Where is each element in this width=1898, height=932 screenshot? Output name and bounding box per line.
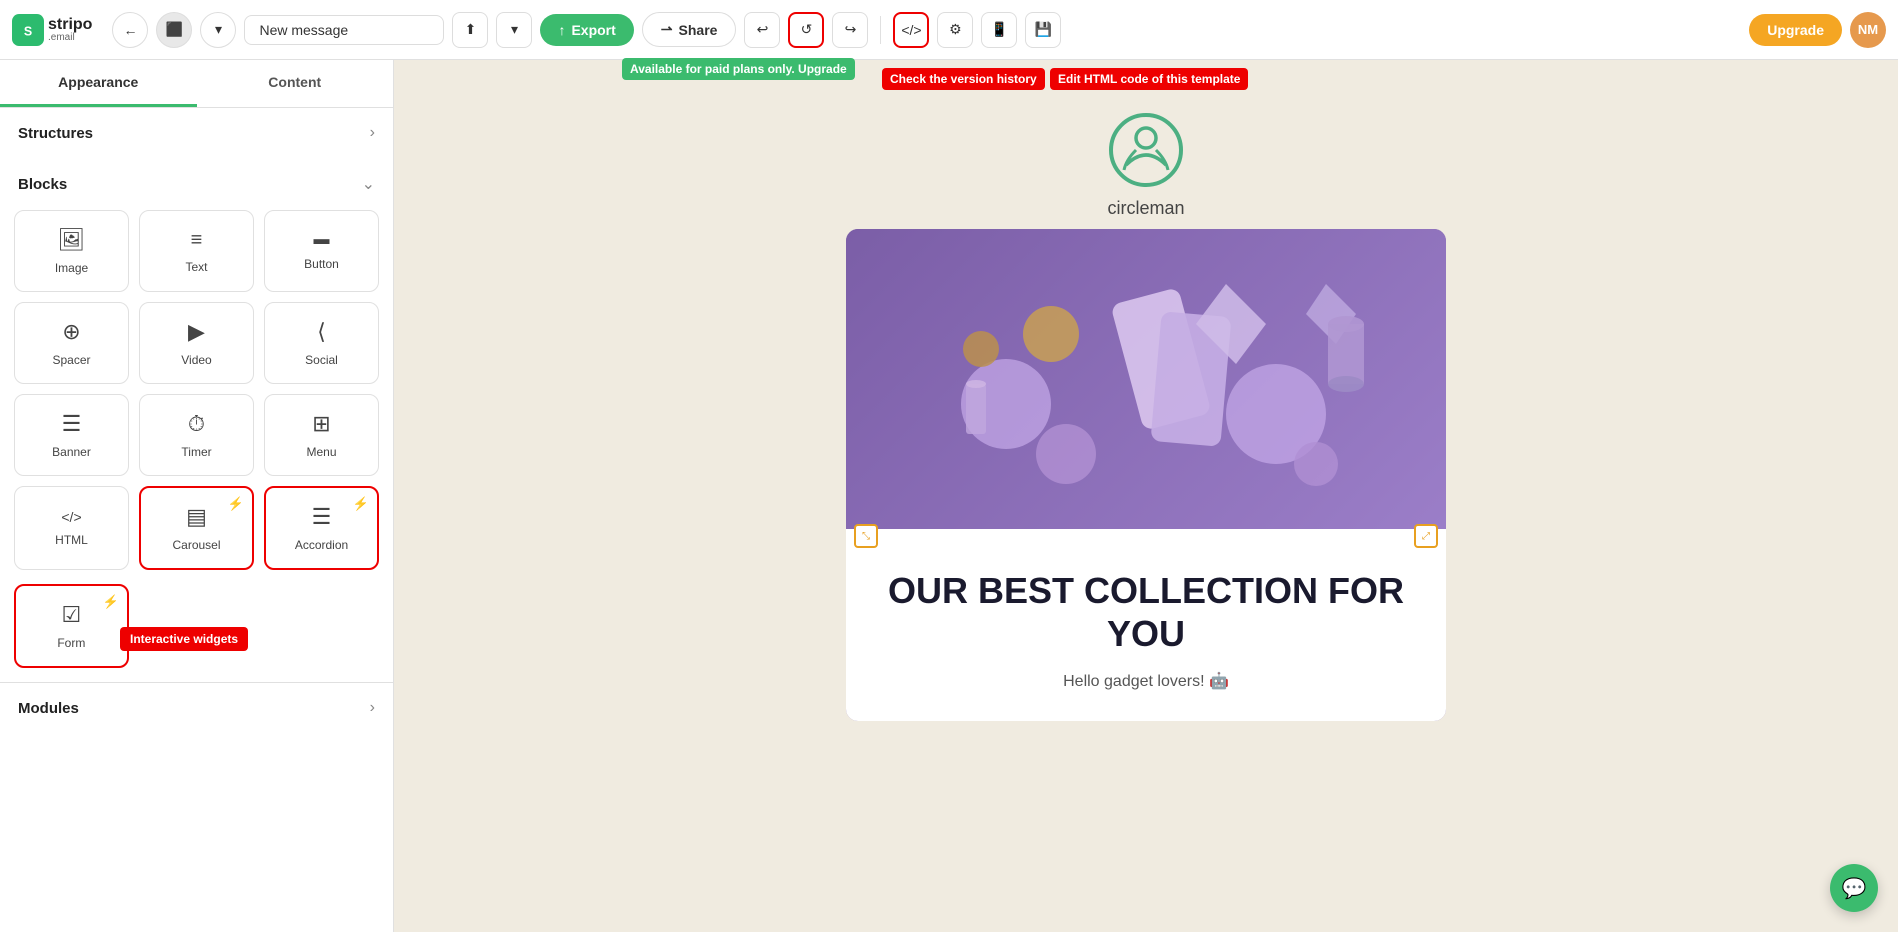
button-label: Button bbox=[304, 257, 339, 271]
share-button[interactable]: ⇀ Share bbox=[642, 12, 737, 47]
brand-name: circleman bbox=[1107, 198, 1184, 219]
accordion-icon: ☰ bbox=[312, 504, 332, 530]
block-item-social[interactable]: ⟨ Social bbox=[264, 302, 379, 384]
logo-domain: .email bbox=[48, 33, 92, 43]
block-item-button[interactable]: ▬ Button bbox=[264, 210, 379, 292]
structures-title: Structures bbox=[18, 125, 93, 142]
panel-tabs: Appearance Content bbox=[0, 60, 393, 108]
upload-button[interactable]: ⬆ bbox=[452, 12, 488, 48]
menu-label: Menu bbox=[306, 445, 336, 459]
block-item-video[interactable]: ▶ Video bbox=[139, 302, 254, 384]
block-item-image[interactable]: 🖼 Image bbox=[14, 210, 129, 292]
banner-top bbox=[846, 229, 1446, 529]
form-lightning-icon: ⚡ bbox=[102, 594, 118, 610]
text-icon: ≡ bbox=[191, 229, 203, 252]
spacer-label: Spacer bbox=[52, 353, 90, 367]
modules-section[interactable]: Modules › bbox=[0, 682, 393, 733]
redo-button[interactable]: ↪ bbox=[832, 12, 868, 48]
carousel-lightning-icon: ⚡ bbox=[228, 496, 244, 512]
avatar: NM bbox=[1850, 12, 1886, 48]
blocks-section[interactable]: Blocks ⌄ bbox=[0, 158, 393, 210]
template-name: New message bbox=[244, 15, 444, 45]
selection-handle-bottom-left[interactable]: ⤡ bbox=[854, 524, 878, 548]
banner-title: OUR BEST COLLECTION FOR YOU bbox=[876, 569, 1416, 655]
interactive-widgets-label: Interactive widgets bbox=[120, 627, 248, 651]
social-label: Social bbox=[305, 353, 338, 367]
blocks-title: Blocks bbox=[18, 176, 67, 193]
export-button[interactable]: ↑ Export bbox=[540, 14, 633, 46]
modules-chevron: › bbox=[370, 699, 375, 717]
banner-label: Banner bbox=[52, 445, 91, 459]
block-item-text[interactable]: ≡ Text bbox=[139, 210, 254, 292]
settings-button[interactable]: ⚙ bbox=[937, 12, 973, 48]
text-label: Text bbox=[185, 260, 207, 274]
block-item-carousel[interactable]: ⚡ ▤ Carousel bbox=[139, 486, 254, 570]
block-item-timer[interactable]: ⏱ Timer bbox=[139, 394, 254, 476]
accordion-label: Accordion bbox=[295, 538, 348, 552]
separator bbox=[880, 16, 881, 44]
menu-icon: ⊞ bbox=[312, 411, 330, 437]
structures-chevron: › bbox=[370, 124, 375, 142]
blocks-grid: 🖼 Image ≡ Text ▬ Button ⊕ Spacer ▶ Vide bbox=[0, 210, 393, 584]
banner-content: OUR BEST COLLECTION FOR YOU Hello gadget… bbox=[846, 529, 1446, 721]
share-icon: ⇀ bbox=[661, 21, 673, 38]
tab-content[interactable]: Content bbox=[197, 60, 394, 107]
html-label: HTML bbox=[55, 533, 88, 547]
image-label: Image bbox=[55, 261, 88, 275]
carousel-icon: ▤ bbox=[186, 504, 207, 530]
banner-3d-objects bbox=[846, 229, 1446, 529]
back-button[interactable]: ← bbox=[112, 12, 148, 48]
left-panel: Appearance Content Structures › Blocks ⌄… bbox=[0, 60, 394, 932]
main-layout: Appearance Content Structures › Blocks ⌄… bbox=[0, 60, 1898, 932]
banner-icon: ☰ bbox=[62, 411, 82, 437]
email-banner: ⤡ ⤢ bbox=[846, 229, 1446, 721]
video-label: Video bbox=[181, 353, 211, 367]
banner-subtitle: Hello gadget lovers! 🤖 bbox=[876, 671, 1416, 691]
logo: S stripo .email bbox=[12, 14, 92, 46]
block-item-form[interactable]: ⚡ ☑ Form bbox=[14, 584, 129, 668]
carousel-label: Carousel bbox=[172, 538, 220, 552]
chat-button[interactable]: 💬 bbox=[1830, 864, 1878, 912]
email-header: circleman bbox=[836, 90, 1456, 229]
undo-button[interactable]: ↩ bbox=[744, 12, 780, 48]
template-view-button[interactable]: ⬛ bbox=[156, 12, 192, 48]
spacer-icon: ⊕ bbox=[62, 319, 80, 345]
block-item-menu[interactable]: ⊞ Menu bbox=[264, 394, 379, 476]
structures-section[interactable]: Structures › bbox=[0, 108, 393, 158]
svg-text:S: S bbox=[24, 24, 32, 38]
timer-label: Timer bbox=[181, 445, 211, 459]
form-label: Form bbox=[57, 636, 85, 650]
block-item-banner[interactable]: ☰ Banner bbox=[14, 394, 129, 476]
form-icon: ☑ bbox=[61, 602, 81, 628]
selection-handle-bottom-right[interactable]: ⤢ bbox=[1414, 524, 1438, 548]
mobile-preview-button[interactable]: 📱 bbox=[981, 12, 1017, 48]
tab-appearance[interactable]: Appearance bbox=[0, 60, 197, 107]
version-history-button[interactable]: ↺ bbox=[788, 12, 824, 48]
social-icon: ⟨ bbox=[317, 319, 326, 345]
accordion-lightning-icon: ⚡ bbox=[353, 496, 369, 512]
video-icon: ▶ bbox=[188, 319, 205, 345]
template-view-dropdown[interactable]: ▾ bbox=[200, 12, 236, 48]
blocks-chevron: ⌄ bbox=[362, 174, 375, 194]
email-preview: circleman ⤡ ⤢ bbox=[836, 90, 1456, 721]
timer-icon: ⏱ bbox=[188, 411, 205, 437]
logo-text: stripo bbox=[48, 17, 92, 33]
content-area: circleman ⤡ ⤢ bbox=[394, 60, 1898, 932]
block-item-accordion[interactable]: ⚡ ☰ Accordion bbox=[264, 486, 379, 570]
button-icon: ▬ bbox=[314, 231, 330, 249]
modules-title: Modules bbox=[18, 700, 79, 717]
export-icon: ↑ bbox=[558, 22, 565, 38]
save-button[interactable]: 💾 bbox=[1025, 12, 1061, 48]
block-item-spacer[interactable]: ⊕ Spacer bbox=[14, 302, 129, 384]
upload-dropdown[interactable]: ▾ bbox=[496, 12, 532, 48]
image-icon: 🖼 bbox=[58, 227, 86, 253]
html-icon: </> bbox=[61, 509, 81, 525]
toolbar: S stripo .email ← ⬛ ▾ New message ⬆ ▾ ↑ … bbox=[0, 0, 1898, 60]
edit-html-button[interactable]: </> bbox=[893, 12, 929, 48]
block-item-html[interactable]: </> HTML bbox=[14, 486, 129, 570]
brand-logo bbox=[1106, 110, 1186, 190]
upgrade-button[interactable]: Upgrade bbox=[1749, 14, 1842, 46]
